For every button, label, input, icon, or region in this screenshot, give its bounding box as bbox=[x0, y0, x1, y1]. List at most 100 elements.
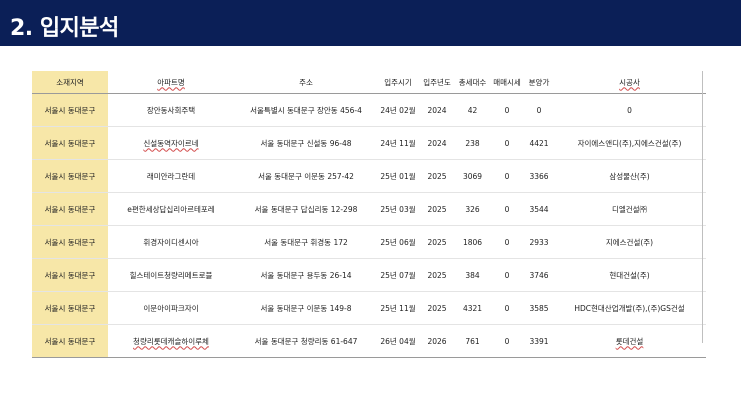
cell-constructor: 현대건설(주) bbox=[553, 258, 706, 292]
location-analysis-table-wrapper: 소재지역 아파트명 주소 입주시기 입주년도 총세대수 매매시세 분양가 시공사… bbox=[32, 71, 706, 358]
cell-apartment-name-text: 신설동역자이르네 bbox=[143, 138, 199, 148]
cell-address: 서울특별시 동대문구 장안동 456-4 bbox=[234, 93, 378, 127]
header-apartment-name: 아파트명 bbox=[108, 71, 234, 94]
page-title-bar: 2. 입지분석 bbox=[0, 0, 741, 46]
cell-move-in-period: 24년 11월 bbox=[378, 126, 418, 160]
cell-constructor: 디엘건설㈜ bbox=[553, 192, 706, 226]
cell-total-households: 3069 bbox=[456, 159, 489, 193]
header-sale-price: 분양가 bbox=[525, 71, 553, 94]
cell-constructor: 0 bbox=[553, 93, 706, 127]
cell-market-price: 0 bbox=[489, 126, 525, 160]
cell-region: 서울시 동대문구 bbox=[32, 225, 108, 259]
cell-move-in-year: 2026 bbox=[418, 324, 456, 358]
cell-region: 서울시 동대문구 bbox=[32, 126, 108, 160]
cell-move-in-period: 25년 06월 bbox=[378, 225, 418, 259]
cell-move-in-year: 2024 bbox=[418, 93, 456, 127]
cell-market-price: 0 bbox=[489, 258, 525, 292]
cell-constructor: 삼성물산(주) bbox=[553, 159, 706, 193]
cell-apartment-name: 장안동사회주택 bbox=[108, 93, 234, 127]
cell-market-price: 0 bbox=[489, 225, 525, 259]
header-address: 주소 bbox=[234, 71, 378, 94]
cell-total-households: 4321 bbox=[456, 291, 489, 325]
cell-sale-price: 2933 bbox=[525, 225, 553, 259]
cell-region: 서울시 동대문구 bbox=[32, 93, 108, 127]
table-header-row: 소재지역 아파트명 주소 입주시기 입주년도 총세대수 매매시세 분양가 시공사 bbox=[32, 71, 706, 94]
cell-move-in-year: 2025 bbox=[418, 225, 456, 259]
cell-total-households: 326 bbox=[456, 192, 489, 226]
table-row: 서울시 동대문구 신설동역자이르네 서울 동대문구 신설동 96-48 24년 … bbox=[32, 126, 706, 160]
cell-constructor: 롯데건설 bbox=[553, 324, 706, 358]
cell-market-price: 0 bbox=[489, 192, 525, 226]
cell-move-in-period: 26년 04월 bbox=[378, 324, 418, 358]
cell-move-in-year: 2024 bbox=[418, 126, 456, 160]
cell-total-households: 42 bbox=[456, 93, 489, 127]
cell-apartment-name: 래미안라그란데 bbox=[108, 159, 234, 193]
cell-constructor-text: 롯데건설 bbox=[615, 336, 644, 346]
cell-sale-price: 3391 bbox=[525, 324, 553, 358]
table-row: 서울시 동대문구 청량리롯데캐슬하이루체 서울 동대문구 청량리동 61-647… bbox=[32, 324, 706, 358]
cell-move-in-year: 2025 bbox=[418, 159, 456, 193]
cell-sale-price: 3366 bbox=[525, 159, 553, 193]
cell-move-in-year: 2025 bbox=[418, 291, 456, 325]
header-move-in-period: 입주시기 bbox=[378, 71, 418, 94]
header-total-households: 총세대수 bbox=[456, 71, 489, 94]
cell-address: 서울 동대문구 이문동 257-42 bbox=[234, 159, 378, 193]
header-move-in-year: 입주년도 bbox=[418, 71, 456, 94]
cell-sale-price: 3544 bbox=[525, 192, 553, 226]
cell-constructor: 지에스건설(주) bbox=[553, 225, 706, 259]
cell-sale-price: 4421 bbox=[525, 126, 553, 160]
cell-address: 서울 동대문구 신설동 96-48 bbox=[234, 126, 378, 160]
cell-address: 서울 동대문구 휘경동 172 bbox=[234, 225, 378, 259]
cell-move-in-period: 25년 11월 bbox=[378, 291, 418, 325]
cell-move-in-year: 2025 bbox=[418, 258, 456, 292]
page-title: 2. 입지분석 bbox=[10, 16, 119, 41]
cell-apartment-name: 휘경자이디센시아 bbox=[108, 225, 234, 259]
cell-address: 서울 동대문구 답십리동 12-298 bbox=[234, 192, 378, 226]
cell-apartment-name: 신설동역자이르네 bbox=[108, 126, 234, 160]
cell-address: 서울 동대문구 이문동 149-8 bbox=[234, 291, 378, 325]
cell-move-in-period: 25년 07월 bbox=[378, 258, 418, 292]
cell-constructor: 자이에스앤디(주),지에스건설(주) bbox=[553, 126, 706, 160]
cell-move-in-period: 24년 02월 bbox=[378, 93, 418, 127]
table-row: 서울시 동대문구 e편한세상답십리아르테포레 서울 동대문구 답십리동 12-2… bbox=[32, 192, 706, 226]
table-row: 서울시 동대문구 래미안라그란데 서울 동대문구 이문동 257-42 25년 … bbox=[32, 159, 706, 193]
cell-market-price: 0 bbox=[489, 324, 525, 358]
cell-address: 서울 동대문구 용두동 26-14 bbox=[234, 258, 378, 292]
table-row: 서울시 동대문구 휘경자이디센시아 서울 동대문구 휘경동 172 25년 06… bbox=[32, 225, 706, 259]
table-row: 서울시 동대문구 이문아이파크자이 서울 동대문구 이문동 149-8 25년 … bbox=[32, 291, 706, 325]
header-constructor: 시공사 bbox=[553, 71, 706, 94]
cell-sale-price: 3746 bbox=[525, 258, 553, 292]
cell-region: 서울시 동대문구 bbox=[32, 192, 108, 226]
location-analysis-table: 소재지역 아파트명 주소 입주시기 입주년도 총세대수 매매시세 분양가 시공사… bbox=[32, 71, 706, 358]
cell-apartment-name-text: 청량리롯데캐슬하이루체 bbox=[133, 336, 209, 346]
cell-sale-price: 0 bbox=[525, 93, 553, 127]
cell-market-price: 0 bbox=[489, 159, 525, 193]
cell-apartment-name: 이문아이파크자이 bbox=[108, 291, 234, 325]
cell-total-households: 238 bbox=[456, 126, 489, 160]
cell-move-in-period: 25년 03월 bbox=[378, 192, 418, 226]
cell-market-price: 0 bbox=[489, 291, 525, 325]
cell-region: 서울시 동대문구 bbox=[32, 291, 108, 325]
cell-move-in-period: 25년 01월 bbox=[378, 159, 418, 193]
table-right-border bbox=[702, 71, 703, 343]
cell-apartment-name: 청량리롯데캐슬하이루체 bbox=[108, 324, 234, 358]
cell-total-households: 761 bbox=[456, 324, 489, 358]
cell-region: 서울시 동대문구 bbox=[32, 159, 108, 193]
header-apartment-name-text: 아파트명 bbox=[157, 77, 185, 87]
cell-total-households: 384 bbox=[456, 258, 489, 292]
header-region: 소재지역 bbox=[32, 71, 108, 94]
cell-market-price: 0 bbox=[489, 93, 525, 127]
table-row: 서울시 동대문구 힐스테이트청량리메트로블 서울 동대문구 용두동 26-14 … bbox=[32, 258, 706, 292]
cell-address: 서울 동대문구 청량리동 61-647 bbox=[234, 324, 378, 358]
header-constructor-text: 시공사 bbox=[619, 77, 640, 87]
cell-apartment-name: 힐스테이트청량리메트로블 bbox=[108, 258, 234, 292]
header-market-price: 매매시세 bbox=[489, 71, 525, 94]
cell-sale-price: 3585 bbox=[525, 291, 553, 325]
cell-move-in-year: 2025 bbox=[418, 192, 456, 226]
cell-apartment-name: e편한세상답십리아르테포레 bbox=[108, 192, 234, 226]
table-row: 서울시 동대문구 장안동사회주택 서울특별시 동대문구 장안동 456-4 24… bbox=[32, 93, 706, 127]
cell-region: 서울시 동대문구 bbox=[32, 258, 108, 292]
cell-constructor: HDC현대산업개발(주),(주)GS건설 bbox=[553, 291, 706, 325]
cell-region: 서울시 동대문구 bbox=[32, 324, 108, 358]
cell-total-households: 1806 bbox=[456, 225, 489, 259]
